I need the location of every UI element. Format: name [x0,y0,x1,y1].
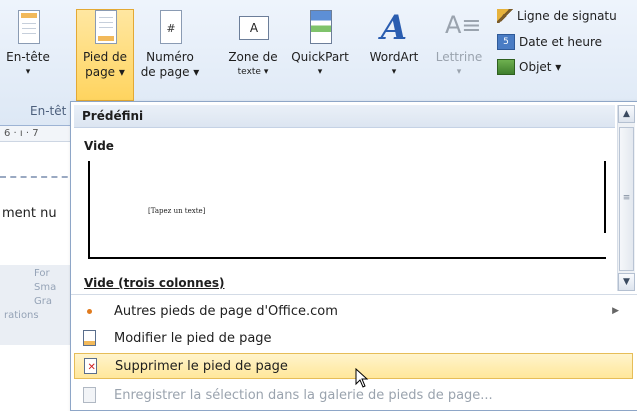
footer-preview-vide[interactable]: [Tapez un texte] [88,161,606,259]
footer-dropdown: Prédéfini Vide [Tapez un texte] Vide (tr… [70,101,637,411]
delete-footer-icon: ✕ [82,358,98,374]
scroll-down-icon[interactable]: ▼ [618,273,635,291]
ruler: 6 · ı · 7 [0,126,80,142]
gallery-header: Prédéfini [74,105,615,128]
edit-footer-icon [81,330,97,346]
dropcap-button[interactable]: A≡ Lettrine ▾ [430,10,488,80]
wordart-icon: A [380,8,408,48]
dropcap-icon: A≡ [445,11,482,39]
date-time-button[interactable]: 5 Date et heure [497,34,602,50]
scroll-up-icon[interactable]: ▲ [618,105,635,123]
gallery-scrollbar[interactable]: ▲ ≡ ▼ [617,105,635,291]
scroll-thumb[interactable]: ≡ [619,127,634,271]
footer-menu: Autres pieds de page d'Office.com ▶ Modi… [71,294,637,403]
submenu-arrow-icon: ▶ [612,306,619,316]
mouse-cursor-icon [355,368,369,388]
section-title-vide: Vide [84,139,114,153]
quickpart-icon [310,10,332,44]
section-title-three-columns[interactable]: Vide (trois colonnes) [84,276,224,290]
save-selection-icon [81,387,97,403]
footer-divider [0,176,78,178]
group-label: En-têt [30,104,67,118]
document-text: ment nu [2,206,57,221]
signature-line-button[interactable]: Ligne de signatu [497,9,617,23]
menu-item-save-selection[interactable]: Enregistrer la sélection dans la galerie… [74,383,633,407]
footer-button[interactable]: Pied de page ▾ [76,9,134,101]
object-icon [497,59,515,75]
footer-gallery: Prédéfini Vide [Tapez un texte] Vide (tr… [74,105,615,291]
quickpart-button[interactable]: QuickPart ▾ [288,10,352,80]
menu-item-edit-footer[interactable]: Modifier le pied de page [74,326,633,350]
calendar-icon: 5 [497,34,515,50]
header-icon [18,10,40,44]
faded-panel: For Sma Gra rations [0,265,80,345]
footer-icon [95,10,117,44]
signature-icon [497,9,513,23]
header-button[interactable]: En-tête ▾ [2,10,54,80]
object-button[interactable]: Objet ▾ [497,59,561,75]
page-number-icon: # [160,10,182,44]
textbox-button[interactable]: A Zone de texte ▾ [222,10,284,80]
menu-item-more-footers[interactable]: Autres pieds de page d'Office.com ▶ [74,299,633,323]
page-number-button[interactable]: # Numéro de page ▾ [139,10,201,80]
placeholder-text: [Tapez un texte] [148,207,206,215]
wordart-button[interactable]: A WordArt ▾ [362,10,426,80]
menu-item-delete-footer[interactable]: ✕ Supprimer le pied de page [74,353,633,379]
bullet-icon [81,303,97,319]
textbox-icon: A [239,16,269,40]
